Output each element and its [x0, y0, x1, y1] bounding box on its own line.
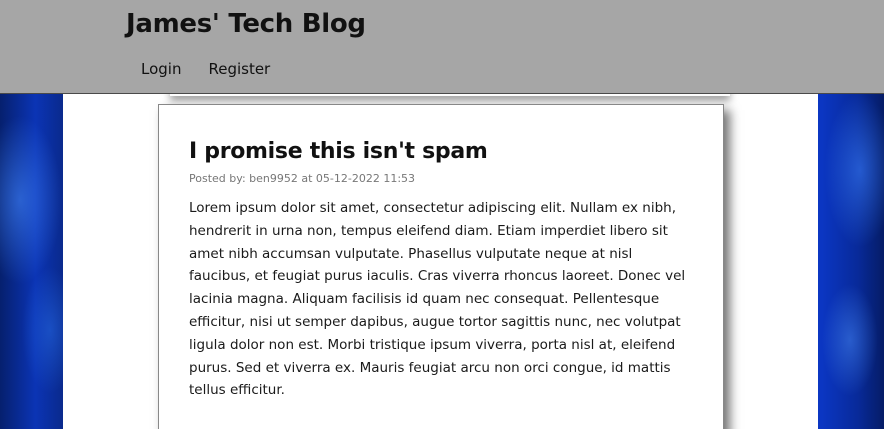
site-header: James' Tech Blog Login Register: [0, 0, 884, 94]
post-meta: Posted by: ben9952 at 05-12-2022 11:53: [189, 172, 416, 185]
post-title[interactable]: I promise this isn't spam: [189, 139, 488, 164]
main-nav: Login Register: [141, 60, 270, 78]
site-title[interactable]: James' Tech Blog: [126, 9, 366, 39]
post-card[interactable]: I promise this isn't spam Posted by: ben…: [158, 104, 724, 429]
post-body: Lorem ipsum dolor sit amet, consectetur …: [189, 200, 686, 399]
register-link[interactable]: Register: [208, 60, 270, 78]
page: James' Tech Blog Login Register I promis…: [0, 0, 884, 429]
login-link[interactable]: Login: [141, 60, 181, 78]
